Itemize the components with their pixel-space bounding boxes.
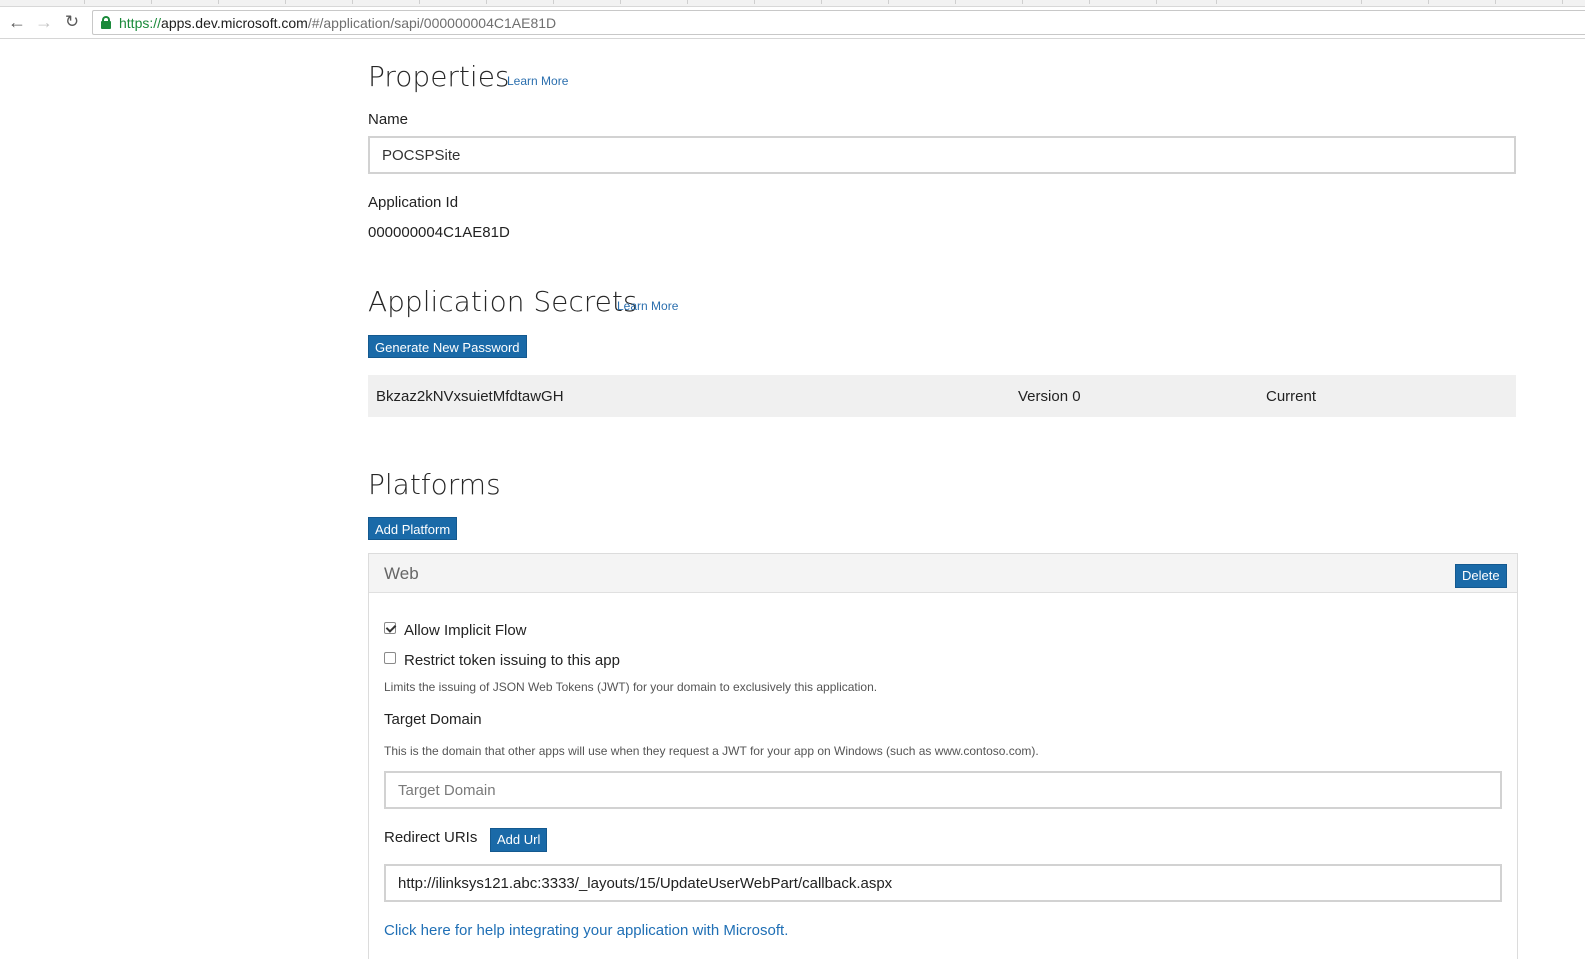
browser-tab[interactable] [621, 0, 688, 4]
browser-tab[interactable] [286, 0, 353, 4]
secret-status: Current [1266, 388, 1317, 405]
target-domain-help: This is the domain that other apps will … [384, 744, 1039, 758]
web-platform-header: Web Delete [369, 554, 1517, 593]
browser-tab[interactable] [85, 0, 152, 4]
browser-tab[interactable] [353, 0, 420, 4]
secret-value: Bkzaz2kNVxsuietMfdtawGH [376, 388, 564, 405]
application-secrets-title: Application Secrets [368, 285, 638, 318]
forward-arrow-icon[interactable]: → [33, 11, 55, 33]
browser-tab[interactable] [1429, 0, 1496, 4]
browser-tab[interactable] [1157, 0, 1217, 4]
lock-icon [101, 16, 111, 29]
generate-new-password-button[interactable]: Generate New Password [368, 335, 527, 358]
browser-tab[interactable] [219, 0, 286, 4]
browser-tab[interactable] [487, 0, 554, 4]
browser-tab[interactable] [554, 0, 621, 4]
secrets-learn-more-link[interactable]: Learn More [617, 299, 678, 313]
platforms-title: Platforms [368, 468, 501, 501]
web-platform-panel: Web Delete Allow Implicit Flow Restrict … [368, 553, 1518, 959]
allow-implicit-flow-checkbox[interactable] [384, 622, 396, 634]
browser-tab[interactable] [822, 0, 889, 4]
platform-name: Web [384, 564, 419, 583]
secret-version: Version 0 [1018, 388, 1081, 405]
address-bar-url: https://apps.dev.microsoft.com/#/applica… [119, 15, 557, 31]
add-platform-button[interactable]: Add Platform [368, 517, 458, 540]
browser-tab[interactable] [0, 0, 85, 4]
restrict-token-help: Limits the issuing of JSON Web Tokens (J… [384, 680, 878, 694]
application-id-label: Application Id [368, 194, 459, 211]
back-arrow-icon[interactable]: ← [6, 11, 28, 33]
browser-tab[interactable] [420, 0, 487, 4]
name-input[interactable] [368, 136, 1516, 174]
integration-help-link[interactable]: Click here for help integrating your app… [384, 922, 788, 939]
reload-icon[interactable]: ↻ [61, 11, 83, 33]
properties-title: Properties [368, 60, 510, 93]
secret-row: Bkzaz2kNVxsuietMfdtawGH Version 0 Curren… [368, 375, 1516, 417]
browser-tab-strip [0, 0, 1585, 7]
target-domain-label: Target Domain [384, 711, 482, 728]
delete-platform-button[interactable]: Delete [1455, 564, 1507, 588]
browser-toolbar: ← → ↻ https://apps.dev.microsoft.com/#/a… [0, 7, 1585, 39]
browser-tab[interactable] [755, 0, 822, 4]
browser-tab[interactable] [1496, 0, 1563, 4]
browser-tab[interactable] [1090, 0, 1157, 4]
browser-tab[interactable] [1362, 0, 1429, 4]
target-domain-input[interactable] [384, 771, 1502, 809]
application-id-value: 000000004C1AE81D [368, 224, 510, 241]
browser-tab[interactable] [152, 0, 219, 4]
properties-learn-more-link[interactable]: Learn More [507, 74, 568, 88]
browser-tab[interactable] [1295, 0, 1362, 4]
restrict-token-label[interactable]: Restrict token issuing to this app [404, 652, 620, 669]
browser-tab[interactable] [889, 0, 956, 4]
name-label: Name [368, 111, 409, 128]
restrict-token-checkbox[interactable] [384, 652, 396, 664]
browser-tab[interactable] [1023, 0, 1090, 4]
redirect-uris-label: Redirect URIs [384, 829, 478, 846]
add-url-button[interactable]: Add Url [490, 828, 548, 852]
browser-tab[interactable] [688, 0, 755, 4]
browser-tab[interactable] [956, 0, 1023, 4]
redirect-uri-input[interactable] [384, 864, 1502, 902]
allow-implicit-flow-label[interactable]: Allow Implicit Flow [404, 622, 527, 639]
address-bar[interactable]: https://apps.dev.microsoft.com/#/applica… [92, 10, 1585, 35]
